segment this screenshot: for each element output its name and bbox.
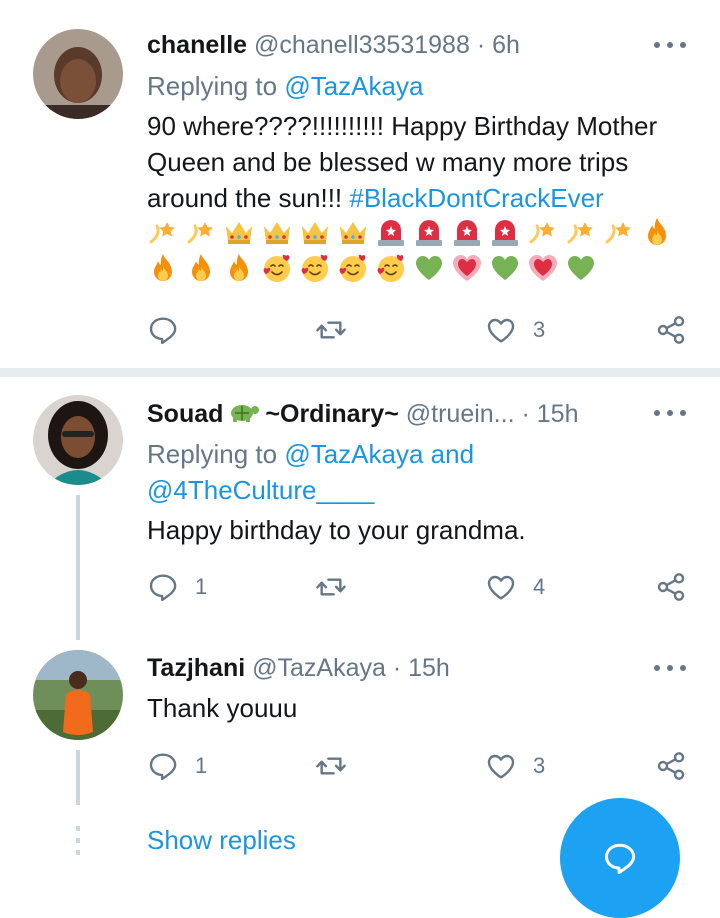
smiling-hearts-icon [375,252,407,284]
tweet-souad[interactable]: Souad ~Ordinary~ @truein... · 15h Replyi… [0,377,720,647]
reply-button[interactable] [147,313,195,347]
dizzy-icon [185,216,217,248]
mention-link[interactable]: @TazAkaya [284,71,423,101]
mention-and[interactable]: and [431,439,474,469]
compose-reply-button[interactable] [560,798,680,918]
timestamp[interactable]: 15h [537,400,579,428]
smiling-hearts-icon [261,252,293,284]
section-divider [0,368,720,377]
user-name-suffix[interactable]: ~Ordinary~ [265,400,398,428]
thread-dot [76,826,80,831]
retweet-icon [316,578,346,596]
share-button[interactable] [655,749,687,783]
green-heart-icon [565,252,597,284]
heart-icon [487,318,515,343]
separator-dot: · [476,31,486,59]
tweet-text: Happy birthday to your grandma. [147,515,526,545]
hashtag-link[interactable]: #BlackDontCrackEver [349,183,603,213]
fire-icon [147,252,179,284]
siren-icon [375,216,407,248]
more-options-icon[interactable] [654,407,686,419]
retweet-button[interactable] [315,749,347,783]
siren-icon [451,216,483,248]
reply-icon [149,753,177,781]
heart-icon [487,575,515,600]
retweet-icon [316,757,346,775]
user-handle[interactable]: @chanell33531988 [254,31,470,59]
crown-icon [299,216,331,248]
replying-to-label: Replying to [147,71,278,101]
like-button[interactable]: 3 [485,313,545,347]
tweet-text: 90 where????!!!!!!!!!! Happy Birthday Mo… [147,108,680,284]
smiling-hearts-icon [299,252,331,284]
heart-icon [487,754,515,779]
mention-link-2[interactable]: @4TheCulture____ [147,475,374,505]
reply-icon [149,317,177,345]
share-button[interactable] [655,313,687,347]
smiling-hearts-icon [337,252,369,284]
crown-icon [261,216,293,248]
separator-dot: · [392,654,402,682]
avatar[interactable] [33,650,123,740]
replying-to-label: Replying to [147,439,278,469]
user-name[interactable]: Tazjhani [147,654,245,682]
reply-button[interactable]: 1 [147,570,207,604]
retweet-button[interactable] [315,570,347,604]
emoji-list [147,216,680,284]
avatar[interactable] [33,395,123,485]
show-replies-link[interactable]: Show replies [147,822,296,858]
user-handle[interactable]: @TazAkaya [252,654,386,682]
reply-icon [149,574,177,602]
avatar[interactable] [33,29,123,119]
mention-link[interactable]: @TazAkaya [284,439,423,469]
share-icon [657,752,685,780]
turtle-icon [227,399,261,431]
separator-dot: · [521,400,530,428]
dizzy-icon [565,216,597,248]
user-name[interactable]: Souad [147,400,223,428]
retweet-button[interactable] [315,313,347,347]
share-icon [657,573,685,601]
user-name[interactable]: chanelle [147,31,247,59]
fire-icon [641,216,673,248]
green-heart-icon [489,252,521,284]
growing-heart-icon [451,252,483,284]
more-options-icon[interactable] [654,662,686,674]
like-count: 3 [533,317,546,342]
thread-connector [76,750,80,805]
fire-icon [185,252,217,284]
more-options-icon[interactable] [654,39,686,51]
thread-dot [76,838,80,843]
tweet-chanelle[interactable]: chanelle @chanell33531988 · 6h Replying … [0,0,720,362]
dizzy-icon [527,216,559,248]
thread-connector [76,495,80,640]
thread-dot [76,850,80,855]
siren-icon [413,216,445,248]
dizzy-icon [147,216,179,248]
dizzy-icon [603,216,635,248]
user-handle[interactable]: @truein... [406,400,515,428]
green-heart-icon [413,252,445,284]
reply-count: 1 [195,753,208,778]
retweet-icon [316,321,346,339]
fire-icon [223,252,255,284]
crown-icon [337,216,369,248]
reply-button[interactable]: 1 [147,749,207,783]
share-button[interactable] [655,570,687,604]
siren-icon [489,216,521,248]
tweet-tazjhani[interactable]: Tazjhani @TazAkaya · 15h Thank youuu 1 3 [0,640,720,810]
reply-icon [605,843,636,875]
crown-icon [223,216,255,248]
timestamp[interactable]: 6h [492,31,520,59]
tweet-text: Thank youuu [147,693,298,723]
timestamp[interactable]: 15h [408,654,450,682]
like-count: 4 [533,574,546,599]
like-button[interactable]: 4 [485,570,545,604]
reply-count: 1 [195,574,208,599]
like-count: 3 [533,753,546,778]
like-button[interactable]: 3 [485,749,545,783]
share-icon [657,316,685,344]
growing-heart-icon [527,252,559,284]
